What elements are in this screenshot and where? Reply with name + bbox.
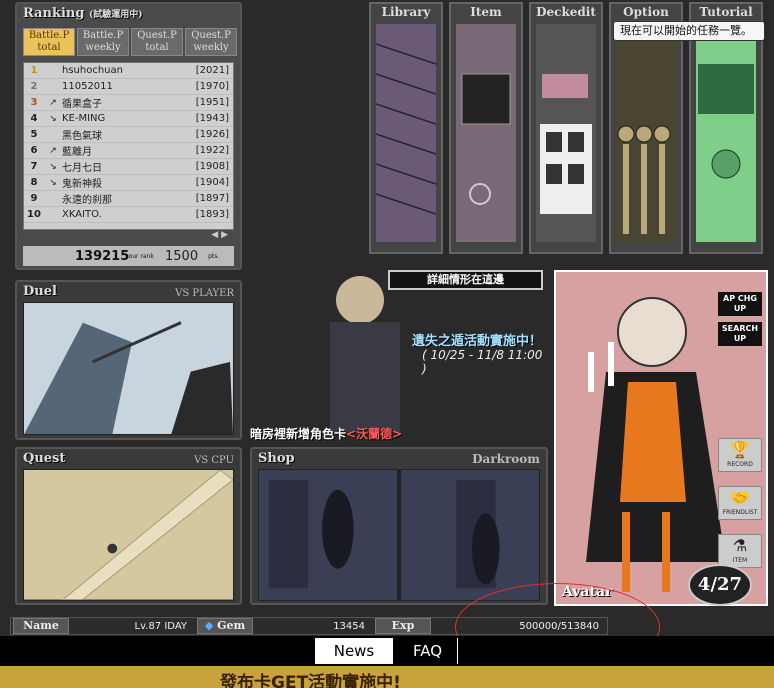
ap-chg-up-badge: AP CHG UP <box>718 292 762 316</box>
news-bar: News FAQ <box>0 636 774 666</box>
search-up-badge: SEARCH UP <box>718 322 762 346</box>
event-banner[interactable]: 詳細情形在這邊 遺失之遁活動實施中！ ( 10/25 - 11/8 11:00 … <box>250 262 550 442</box>
event-date: ( 10/25 - 11/8 11:00 ) <box>422 348 543 376</box>
tutorial-art <box>696 24 756 242</box>
ranking-tabs: Battle.P total Battle.P weekly Quest.P t… <box>23 28 237 56</box>
duel-panel[interactable]: Duel VS PLAYER <box>15 280 242 440</box>
table-row[interactable]: 8 ↘ 鬼新神殺 [1904] <box>24 175 233 191</box>
exp-label: Exp <box>375 618 431 634</box>
shop-darkroom-art[interactable] <box>258 469 540 602</box>
table-row[interactable]: 10 XKAITO. [1893] <box>24 207 233 223</box>
gem-value: 13454 <box>333 620 365 632</box>
table-row[interactable]: 5 黑色氣球 [1926] <box>24 127 233 143</box>
ranking-footer: 139215 your rank 1500 pts. <box>23 246 234 266</box>
table-row[interactable]: 6 ↗ 藍離月 [1922] <box>24 143 233 159</box>
friendlist-button[interactable]: 🤝 FRIENDLIST <box>718 486 762 520</box>
shop-title[interactable]: Shop <box>258 451 295 466</box>
deckedit-art <box>536 24 596 242</box>
nav-library[interactable]: Library <box>369 2 443 254</box>
avatar-panel[interactable]: AP CHG UP SEARCH UP 🏆 RECORD 🤝 FRIENDLIST … <box>554 270 768 606</box>
nav-item[interactable]: Item <box>449 2 523 254</box>
exp-value: 500000/513840 <box>519 620 599 632</box>
promo-text: 發布卡GET活動實施中! <box>220 673 401 688</box>
ranking-pager[interactable]: ◀ ▶ <box>211 230 228 240</box>
status-bar: Name Lv.87 IDAY ◆ Gem 13454 Exp 500000/5… <box>10 617 608 635</box>
game-stage: Ranking (試驗運用中) Battle.P total Battle.P … <box>0 0 774 688</box>
date-badge: 4/27 <box>688 564 752 606</box>
points-value: 1500 <box>165 248 199 264</box>
ranking-title: Ranking (試驗運用中) <box>23 6 143 21</box>
nav-deckedit[interactable]: Deckedit <box>529 2 603 254</box>
duel-title: Duel <box>23 284 57 299</box>
tab-news[interactable]: News <box>315 638 393 664</box>
tab-battle-total[interactable]: Battle.P total <box>23 28 75 56</box>
quest-title: Quest <box>23 451 66 466</box>
shop-panel: Shop Darkroom <box>250 447 548 605</box>
event-headline: 遺失之遁活動實施中！ <box>412 334 543 349</box>
gem-icon: ◆ <box>204 619 214 632</box>
event-detail-button[interactable]: 詳細情形在這邊 <box>388 270 543 290</box>
potion-icon: ⚗ <box>732 536 748 555</box>
gem-label: ◆ Gem <box>197 618 253 634</box>
tab-quest-weekly[interactable]: Quest.P weekly <box>185 28 237 56</box>
avatar-label: Avatar <box>562 584 613 600</box>
table-row[interactable]: 3 ↗ 循果盒子 [1951] <box>24 95 233 111</box>
duel-subtitle: VS PLAYER <box>175 288 234 299</box>
record-button[interactable]: 🏆 RECORD <box>718 438 762 472</box>
quest-subtitle: VS CPU <box>194 455 234 466</box>
tab-quest-total[interactable]: Quest.P total <box>131 28 183 56</box>
quest-tooltip: 現在可以開始的任務一覽。 <box>613 21 765 41</box>
ranking-list: 1 hsuhochuan [2021] 2 11052011 [1970] 3 ↗ 循果盒子… <box>23 62 234 230</box>
your-rank-label: your rank <box>125 252 154 260</box>
tab-battle-weekly[interactable]: Battle.P weekly <box>77 28 129 56</box>
item-art <box>456 24 516 242</box>
points-label: pts. <box>208 252 220 260</box>
nav-option-label: Option <box>623 5 669 19</box>
option-art <box>616 24 676 242</box>
duel-art <box>23 302 234 436</box>
table-row[interactable]: 2 11052011 [1970] <box>24 79 233 95</box>
nav-deckedit-label: Deckedit <box>536 5 596 19</box>
handshake-icon: 🤝 <box>730 488 750 507</box>
promo-banner[interactable]: 發布卡GET活動實施中! <box>0 666 774 688</box>
library-art <box>376 24 436 242</box>
ranking-panel: Ranking (試驗運用中) Battle.P total Battle.P … <box>15 2 242 270</box>
table-row[interactable]: 9 永遠的刹那 [1897] <box>24 191 233 207</box>
nav-library-label: Library <box>381 5 431 19</box>
item-button[interactable]: ⚗ ITEM <box>718 534 762 568</box>
table-row[interactable]: 1 hsuhochuan [2021] <box>24 63 233 79</box>
nav-item-label: Item <box>470 5 502 19</box>
darkroom-title[interactable]: Darkroom <box>472 452 540 466</box>
nav-tutorial-label: Tutorial <box>699 5 753 19</box>
trophy-icon: 🏆 <box>730 440 750 459</box>
quest-panel[interactable]: Quest VS CPU <box>15 447 242 605</box>
tab-faq[interactable]: FAQ <box>398 638 458 664</box>
event-new-card: 暗房裡新增角色卡<沃蘭德> <box>250 427 403 441</box>
name-value: Lv.87 IDAY <box>134 620 187 632</box>
table-row[interactable]: 4 ↘ KE-MING [1943] <box>24 111 233 127</box>
name-label: Name <box>13 618 69 634</box>
quest-map-art <box>23 469 234 601</box>
table-row[interactable]: 7 ↘ 七月七日 [1908] <box>24 159 233 175</box>
